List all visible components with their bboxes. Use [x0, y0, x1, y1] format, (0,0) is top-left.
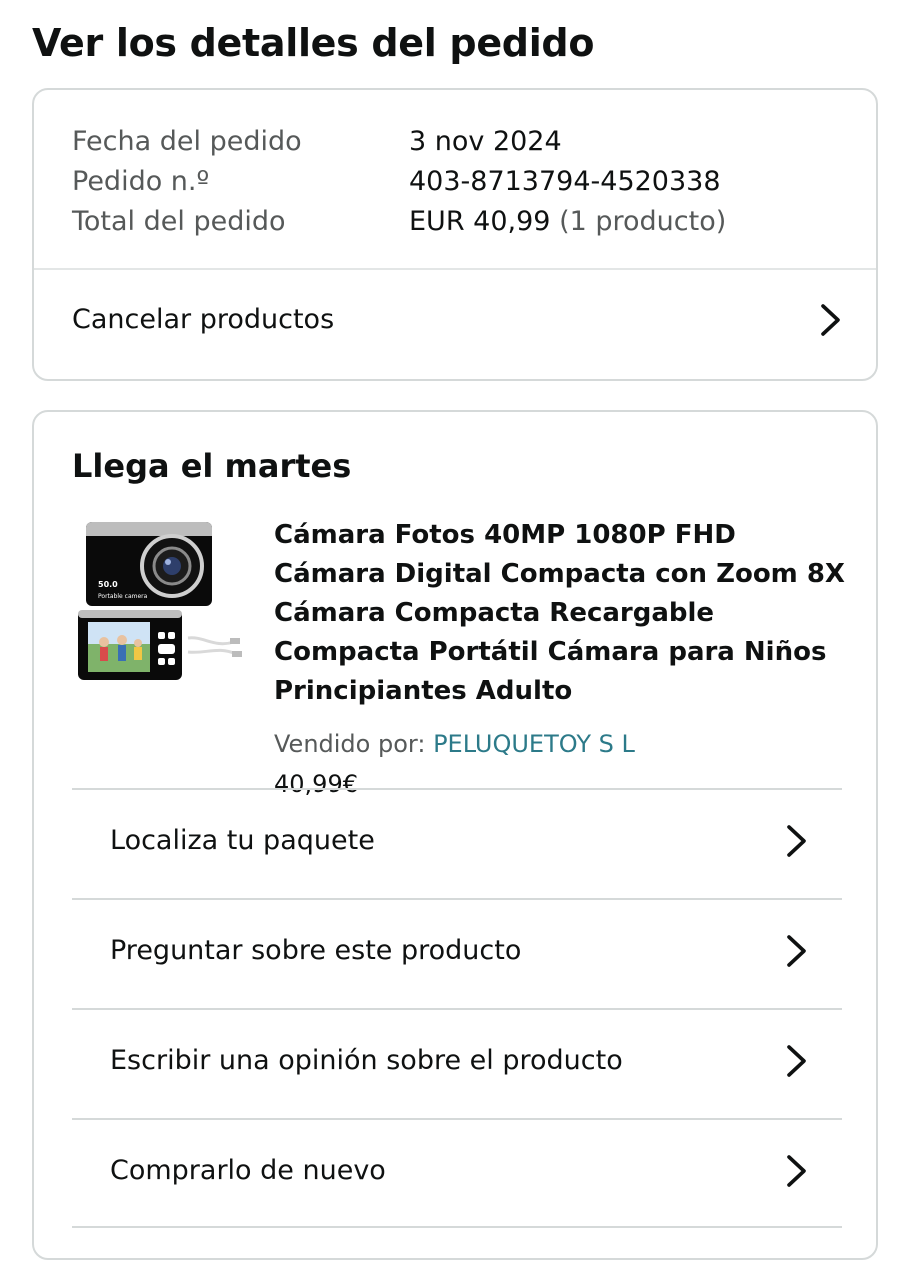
cancel-products-button[interactable]: Cancelar productos [34, 270, 876, 380]
shipment-action-list: Localiza tu paquete Preguntar sobre este… [72, 788, 842, 1228]
sold-by-label: Vendido por: [274, 730, 426, 758]
buy-again-button[interactable]: Comprarlo de nuevo [72, 1118, 842, 1228]
ask-product-question-label: Preguntar sobre este producto [110, 935, 522, 966]
order-summary-rows: Fecha del pedido 3 nov 2024 Pedido n.º 4… [72, 122, 852, 242]
order-total-value: EUR 40,99 [409, 206, 551, 237]
product-image[interactable]: 50.0 Portable camera [74, 518, 244, 686]
chevron-right-icon [787, 1155, 806, 1187]
order-date-row: Fecha del pedido 3 nov 2024 [72, 122, 852, 162]
chevron-right-icon [787, 935, 806, 967]
seller-line: Vendido por: PELUQUETOY S L [274, 726, 854, 762]
order-total-label: Total del pedido [72, 206, 286, 237]
cancel-products-label: Cancelar productos [72, 304, 335, 335]
chevron-right-icon [821, 304, 840, 336]
ask-product-question-button[interactable]: Preguntar sobre este producto [72, 898, 842, 1008]
order-summary-card: Fecha del pedido 3 nov 2024 Pedido n.º 4… [32, 88, 878, 381]
buy-again-label: Comprarlo de nuevo [110, 1155, 386, 1186]
order-date-label: Fecha del pedido [72, 126, 302, 157]
page-title: Ver los detalles del pedido [32, 21, 595, 65]
write-review-button[interactable]: Escribir una opinión sobre el producto [72, 1008, 842, 1118]
camera-model-text: Portable camera [98, 593, 148, 600]
shipment-card: Llega el martes 50.0 Portable camera Cám… [32, 410, 878, 1260]
order-number-row: Pedido n.º 403-8713794-4520338 [72, 162, 852, 202]
chevron-right-icon [787, 1045, 806, 1077]
order-total-row: Total del pedido EUR 40,99 (1 producto) [72, 202, 852, 242]
write-review-label: Escribir una opinión sobre el producto [110, 1045, 623, 1076]
order-total-value-group: EUR 40,99 (1 producto) [409, 202, 726, 242]
product-title-link[interactable]: Cámara Fotos 40MP 1080P FHD Cámara Digit… [274, 516, 854, 711]
camera-megapixels-text: 50.0 [98, 580, 118, 589]
product-info: Cámara Fotos 40MP 1080P FHD Cámara Digit… [274, 516, 854, 802]
order-total-item-count: (1 producto) [559, 206, 727, 237]
track-package-button[interactable]: Localiza tu paquete [72, 788, 842, 898]
track-package-label: Localiza tu paquete [110, 825, 375, 856]
order-number-label: Pedido n.º [72, 166, 210, 197]
seller-link[interactable]: PELUQUETOY S L [433, 730, 635, 758]
order-date-value: 3 nov 2024 [409, 126, 562, 157]
order-number-value: 403-8713794-4520338 [409, 166, 721, 197]
delivery-heading: Llega el martes [72, 447, 352, 485]
chevron-right-icon [787, 825, 806, 857]
